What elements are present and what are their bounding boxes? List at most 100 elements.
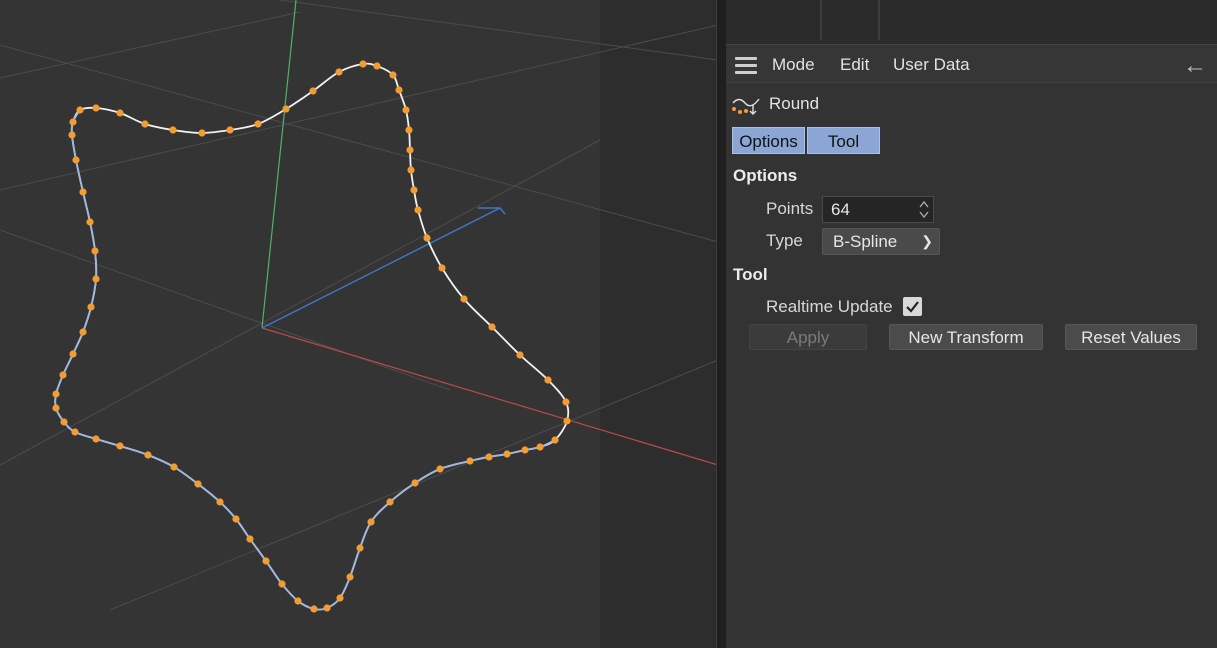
spline-point[interactable] — [406, 146, 414, 154]
spline-point[interactable] — [485, 453, 493, 461]
spline-point[interactable] — [405, 126, 413, 134]
spline-point[interactable] — [356, 544, 364, 552]
spinner-arrows-icon[interactable] — [918, 199, 930, 220]
spline-point[interactable] — [503, 450, 511, 458]
checkmark-icon — [906, 301, 919, 313]
new-transform-button[interactable]: New Transform — [889, 324, 1043, 350]
spline-curve-selected-segment — [54, 109, 556, 611]
tool-heading: Tool — [733, 265, 768, 284]
spline-point[interactable] — [69, 350, 77, 358]
spline-point[interactable] — [92, 104, 100, 112]
spline-point[interactable] — [254, 120, 262, 128]
spline-point[interactable] — [310, 605, 318, 613]
spline-point[interactable] — [91, 247, 99, 255]
spline-point[interactable] — [216, 498, 224, 506]
spline-points[interactable] — [52, 60, 571, 613]
spline-point[interactable] — [346, 573, 354, 581]
spline-point[interactable] — [402, 106, 410, 114]
spline-curve[interactable] — [54, 62, 570, 611]
spline-point[interactable] — [141, 120, 149, 128]
spline-point[interactable] — [60, 418, 68, 426]
spline-point[interactable] — [410, 186, 418, 194]
spline-point[interactable] — [144, 451, 152, 459]
spline-point[interactable] — [309, 87, 317, 95]
spline-point[interactable] — [68, 131, 76, 139]
tab-options[interactable]: Options — [732, 127, 805, 154]
spline-point[interactable] — [59, 371, 67, 379]
spline-point[interactable] — [198, 129, 206, 137]
apply-button[interactable]: Apply — [749, 324, 867, 350]
realtime-update-checkbox[interactable] — [903, 297, 922, 316]
3d-viewport[interactable] — [0, 0, 718, 648]
spline-point[interactable] — [170, 463, 178, 471]
toolbar-separator — [820, 0, 822, 40]
spline-point[interactable] — [544, 376, 552, 384]
spline-point[interactable] — [52, 390, 60, 398]
spline-point[interactable] — [72, 156, 80, 164]
back-arrow-icon[interactable]: ← — [1183, 52, 1207, 80]
tab-tool[interactable]: Tool — [807, 127, 880, 154]
spline-point[interactable] — [395, 86, 403, 94]
spline-point[interactable] — [460, 295, 468, 303]
z-axis — [261, 207, 501, 329]
chevron-down-icon: ❯ — [921, 233, 933, 249]
spline-point[interactable] — [169, 126, 177, 134]
spline-point[interactable] — [551, 436, 559, 444]
spline-point[interactable] — [562, 398, 570, 406]
top-toolbar-strip — [726, 0, 1217, 45]
spline-point[interactable] — [563, 417, 571, 425]
spline-point[interactable] — [86, 218, 94, 226]
spline-point[interactable] — [92, 435, 100, 443]
spline-point[interactable] — [373, 62, 381, 70]
spline-point[interactable] — [516, 351, 524, 359]
spline-point[interactable] — [436, 465, 444, 473]
spline-point[interactable] — [87, 303, 95, 311]
spline-point[interactable] — [294, 597, 302, 605]
spline-point[interactable] — [71, 428, 79, 436]
spline-point[interactable] — [116, 442, 124, 450]
spline-point[interactable] — [414, 206, 422, 214]
options-heading: Options — [733, 166, 798, 185]
spline-point[interactable] — [336, 594, 344, 602]
spline-point[interactable] — [226, 126, 234, 134]
menu-user-data[interactable]: User Data — [893, 55, 970, 75]
spline-point[interactable] — [278, 580, 286, 588]
spline-point[interactable] — [411, 479, 419, 487]
spline-point[interactable] — [79, 328, 87, 336]
spline-point[interactable] — [536, 443, 544, 451]
spline-point[interactable] — [367, 518, 375, 526]
type-select[interactable]: B-Spline ❯ — [822, 228, 940, 255]
spline-point[interactable] — [438, 264, 446, 272]
spline-point[interactable] — [116, 109, 124, 117]
spline-point[interactable] — [246, 535, 254, 543]
spline-point[interactable] — [423, 234, 431, 242]
spline-point[interactable] — [282, 105, 290, 113]
panel-divider[interactable] — [716, 0, 726, 648]
points-input[interactable]: 64 — [822, 196, 934, 223]
spline-point[interactable] — [335, 68, 343, 76]
menu-edit[interactable]: Edit — [840, 55, 869, 75]
spline-point[interactable] — [407, 166, 415, 174]
spline-point[interactable] — [389, 71, 397, 79]
spline-point[interactable] — [69, 118, 77, 126]
viewport-shaded-region — [600, 0, 718, 648]
spline-point[interactable] — [488, 323, 496, 331]
viewport-canvas[interactable] — [0, 0, 718, 648]
spline-point[interactable] — [323, 604, 331, 612]
hamburger-menu-icon[interactable] — [735, 57, 757, 74]
menu-mode[interactable]: Mode — [772, 55, 815, 75]
spline-point[interactable] — [466, 457, 474, 465]
spline-point[interactable] — [232, 515, 240, 523]
spline-point[interactable] — [359, 60, 367, 68]
y-axis — [261, 0, 297, 329]
spline-point[interactable] — [262, 557, 270, 565]
spline-point[interactable] — [76, 106, 84, 114]
spline-point[interactable] — [521, 446, 529, 454]
realtime-update-label: Realtime Update — [766, 297, 893, 316]
spline-point[interactable] — [386, 498, 394, 506]
spline-point[interactable] — [194, 480, 202, 488]
reset-values-button[interactable]: Reset Values — [1065, 324, 1197, 350]
spline-point[interactable] — [79, 188, 87, 196]
spline-point[interactable] — [52, 404, 60, 412]
spline-point[interactable] — [92, 275, 100, 283]
